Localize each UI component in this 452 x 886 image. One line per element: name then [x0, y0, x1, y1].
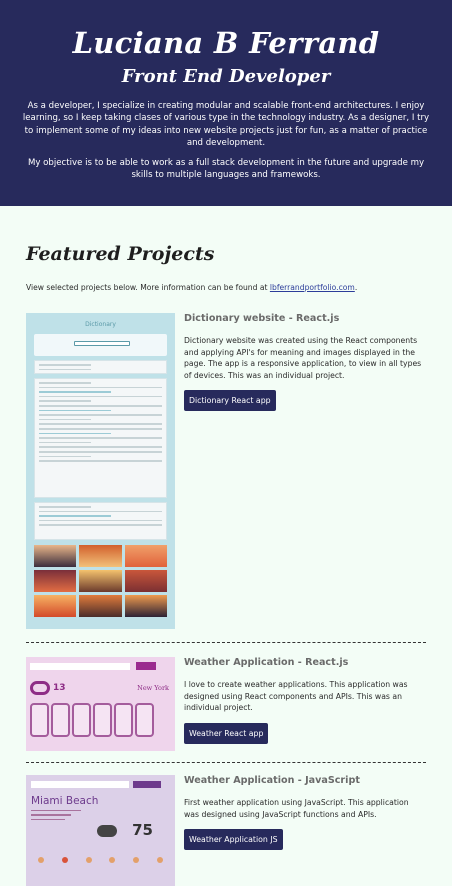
intro-end: .	[354, 283, 358, 292]
project-info: Weather Application - JavaScript First w…	[184, 775, 426, 886]
developer-name: Luciana B Ferrand	[72, 26, 380, 60]
weather-react-button[interactable]: Weather React app	[184, 722, 269, 744]
thumbnail-word-card	[34, 360, 167, 374]
project-title: Weather Application - React.js	[184, 657, 349, 668]
header: Luciana B Ferrand Front End Developer As…	[0, 0, 452, 206]
project-description: First weather application using JavaScri…	[184, 798, 409, 819]
project-dictionary: Dictionary Dictionary website - React.js	[26, 313, 426, 629]
divider	[26, 642, 426, 643]
weather-js-button[interactable]: Weather Application JS	[184, 829, 283, 851]
thumbnail-app-title: Dictionary	[85, 321, 116, 328]
cloud-icon	[97, 825, 117, 837]
portfolio-link[interactable]: lbferrandportfolio.com	[270, 283, 355, 292]
project-weather-react: 13 New York Weather Application - React.…	[26, 657, 426, 751]
section-title: Featured Projects	[26, 243, 215, 265]
thumbnail-temperature: 75	[132, 821, 153, 839]
project-info: Weather Application - React.js I love to…	[184, 657, 426, 751]
project-title: Dictionary website - React.js	[184, 313, 340, 324]
project-title: Weather Application - JavaScript	[184, 775, 360, 786]
project-info: Dictionary website - React.js Dictionary…	[184, 313, 426, 629]
thumbnail-forecast	[30, 703, 171, 737]
weather-react-thumbnail: 13 New York	[26, 657, 175, 751]
bio-paragraph-2: My objective is to be able to work as a …	[27, 157, 425, 181]
cloud-icon	[30, 681, 50, 695]
project-description: I love to create weather applications. T…	[184, 680, 408, 713]
project-weather-js: Miami Beach 75 Weather Application - Jav…	[26, 775, 426, 886]
dictionary-app-button[interactable]: Dictionary React app	[184, 390, 276, 412]
projects-intro: View selected projects below. More infor…	[26, 283, 426, 292]
thumbnail-temperature: 13	[53, 683, 66, 693]
thumbnail-forecast	[31, 852, 170, 866]
thumbnail-city: Miami Beach	[31, 795, 99, 807]
project-description: Dictionary website was created using the…	[184, 336, 422, 380]
thumbnail-city: New York	[137, 684, 169, 692]
bio-paragraph-1: As a developer, I specialize in creating…	[22, 101, 430, 149]
weather-js-thumbnail: Miami Beach 75	[26, 775, 175, 886]
thumbnail-search-box	[34, 334, 167, 356]
thumbnail-meaning-card	[34, 378, 167, 498]
thumbnail-second-card	[34, 502, 167, 540]
thumbnail-photo-grid	[34, 545, 167, 617]
developer-role: Front End Developer	[121, 66, 331, 87]
intro-text: View selected projects below. More infor…	[26, 283, 270, 292]
dictionary-thumbnail: Dictionary	[26, 313, 175, 629]
divider	[26, 762, 426, 763]
featured-projects-section: Featured Projects View selected projects…	[0, 206, 452, 886]
